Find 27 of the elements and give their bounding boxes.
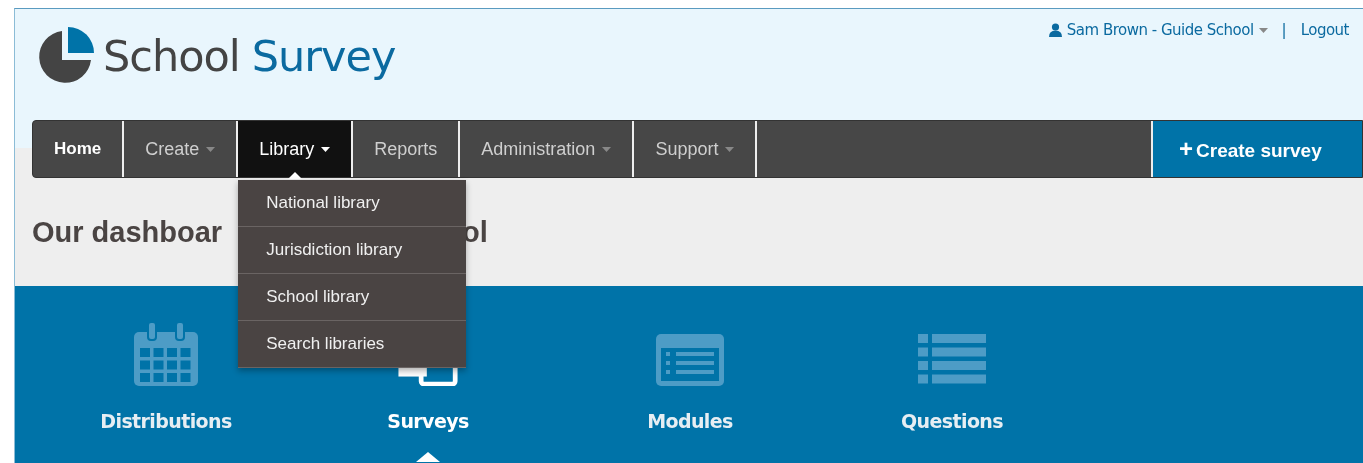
logout-link[interactable]: Logout xyxy=(1300,21,1349,39)
menu-item[interactable]: Jurisdiction library xyxy=(238,227,467,274)
nav-tab[interactable]: Administration xyxy=(460,121,635,177)
separator-text: | xyxy=(1281,21,1287,39)
nav-tab[interactable]: Home xyxy=(33,121,125,177)
caret-icon xyxy=(206,146,216,152)
caret-icon xyxy=(602,146,612,152)
pointer-icon xyxy=(416,452,440,462)
logo-text: School xyxy=(103,30,240,81)
nav-tab[interactable]: Support xyxy=(634,121,758,177)
tile-label[interactable]: Modules xyxy=(647,410,733,432)
create-survey-button[interactable]: +Create survey xyxy=(1151,121,1362,177)
nav-tab[interactable]: Reports xyxy=(353,121,461,177)
user-menu-link[interactable]: Sam Brown - Guide School xyxy=(1048,21,1268,39)
tile-label[interactable]: Surveys xyxy=(387,410,469,432)
calendar-icon xyxy=(134,322,198,386)
list-window-icon xyxy=(656,334,724,386)
user-icon xyxy=(1048,23,1062,37)
caret-icon xyxy=(1258,27,1268,33)
list-icon xyxy=(918,334,986,386)
tile-label[interactable]: Questions xyxy=(901,410,1003,432)
menu-item[interactable]: National library xyxy=(238,180,467,227)
page-heading: Our dashboar xyxy=(32,215,223,249)
caret-icon xyxy=(321,146,331,152)
tile-label[interactable]: Distributions xyxy=(100,410,232,432)
logo-text: Survey xyxy=(251,30,396,81)
caret-icon xyxy=(725,146,735,152)
